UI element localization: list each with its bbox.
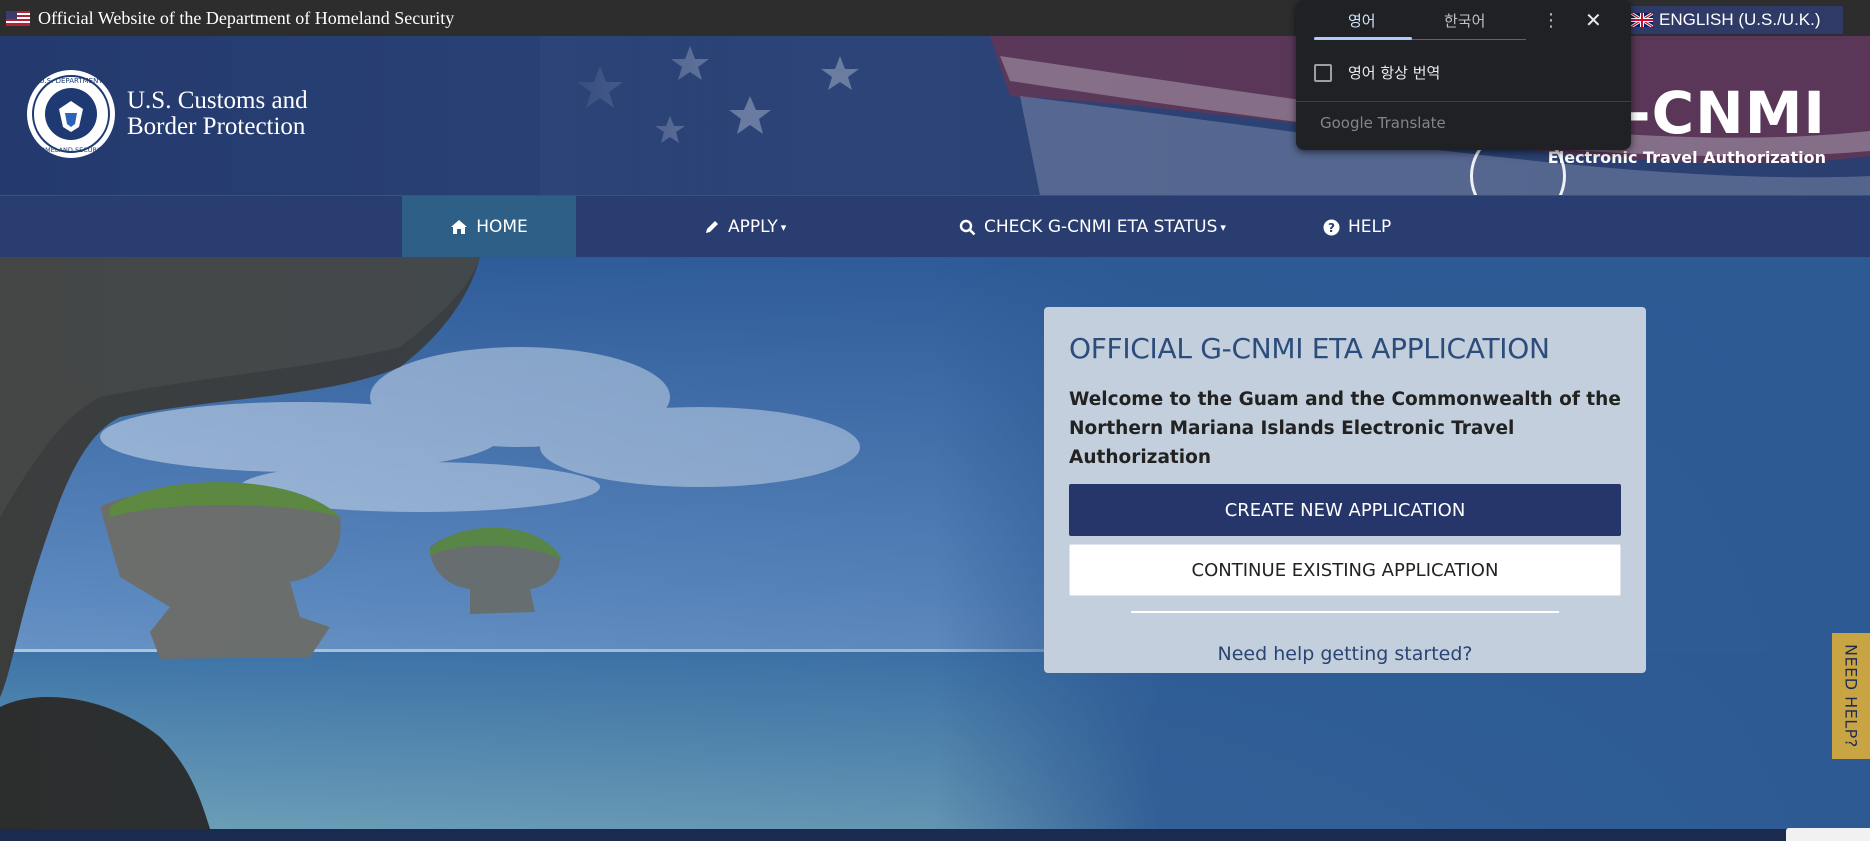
- nav-item-apply[interactable]: APPLY ▾: [704, 196, 786, 258]
- nav-item-label: HOME: [476, 217, 528, 237]
- agency-name-line1: U.S. Customs and: [127, 87, 308, 114]
- nav-item-label: HELP: [1348, 217, 1392, 237]
- us-flag-icon: [6, 10, 30, 26]
- question-circle-icon: ?: [1323, 219, 1340, 235]
- footer-strip: [0, 829, 1870, 841]
- need-help-label: NEED HELP?: [1841, 644, 1861, 748]
- always-translate-option[interactable]: 영어 항상 번역: [1314, 62, 1440, 83]
- divider: [1131, 611, 1559, 613]
- brand-subtitle: Electronic Travel Authorization: [1547, 148, 1826, 167]
- need-help-getting-started-link[interactable]: Need help getting started?: [1069, 643, 1621, 665]
- translate-tab-target[interactable]: 한국어: [1444, 10, 1485, 31]
- chevron-down-icon: ▾: [1220, 220, 1226, 234]
- nav-item-label: CHECK G-CNMI ETA STATUS: [984, 217, 1218, 237]
- svg-text:U.S. DEPARTMENT: U.S. DEPARTMENT: [39, 77, 103, 85]
- need-help-tab[interactable]: NEED HELP?: [1832, 633, 1870, 759]
- more-options-icon[interactable]: ⋮: [1542, 10, 1560, 31]
- card-title: OFFICIAL G-CNMI ETA APPLICATION: [1069, 332, 1550, 365]
- google-translate-branding: Google Translate: [1320, 114, 1446, 132]
- always-translate-label: 영어 항상 번역: [1348, 64, 1441, 82]
- dhs-seal-logo: U.S. DEPARTMENT HOMELAND SECURITY: [27, 70, 115, 158]
- divider: [1296, 101, 1631, 102]
- close-icon[interactable]: ✕: [1585, 8, 1602, 32]
- always-translate-checkbox[interactable]: [1314, 63, 1332, 82]
- nav-item-home[interactable]: HOME: [402, 196, 576, 258]
- hero-section: OFFICIAL G-CNMI ETA APPLICATION Welcome …: [0, 257, 1870, 829]
- create-new-application-button[interactable]: CREATE NEW APPLICATION: [1069, 484, 1621, 536]
- agency-name-line2: Border Protection: [127, 113, 306, 140]
- main-nav: HOME APPLY ▾ CHECK G-CNMI ETA STATUS ▾ ? H…: [0, 195, 1870, 258]
- welcome-text: Welcome to the Guam and the Commonwealth…: [1069, 389, 1621, 468]
- svg-text:?: ?: [1328, 221, 1335, 235]
- language-selector[interactable]: ENGLISH (U.S./U.K.): [1625, 6, 1843, 34]
- translate-tab-source[interactable]: 영어: [1348, 10, 1376, 31]
- active-tab-indicator: [1314, 37, 1412, 40]
- search-icon: [959, 219, 976, 235]
- home-icon: [451, 220, 468, 234]
- agency-name: U.S. Customs and Border Protection: [127, 88, 308, 140]
- language-selector-label: ENGLISH (U.S./U.K.): [1659, 10, 1821, 29]
- nav-item-help[interactable]: ? HELP: [1323, 196, 1391, 258]
- application-card: OFFICIAL G-CNMI ETA APPLICATION Welcome …: [1044, 307, 1646, 673]
- continue-existing-application-button[interactable]: CONTINUE EXISTING APPLICATION: [1069, 544, 1621, 596]
- official-banner-text: Official Website of the Department of Ho…: [38, 7, 455, 28]
- uk-flag-icon: [1631, 13, 1653, 27]
- nav-item-check-status[interactable]: CHECK G-CNMI ETA STATUS ▾: [959, 196, 1226, 258]
- svg-text:HOMELAND SECURITY: HOMELAND SECURITY: [35, 146, 107, 154]
- chevron-down-icon: ▾: [780, 220, 787, 234]
- google-translate-popup: 영어 한국어 ⋮ ✕ 영어 항상 번역 Google Translate: [1296, 0, 1631, 150]
- nav-item-label: APPLY: [728, 217, 778, 237]
- pencil-icon: [706, 221, 718, 233]
- recaptcha-badge[interactable]: [1786, 828, 1870, 841]
